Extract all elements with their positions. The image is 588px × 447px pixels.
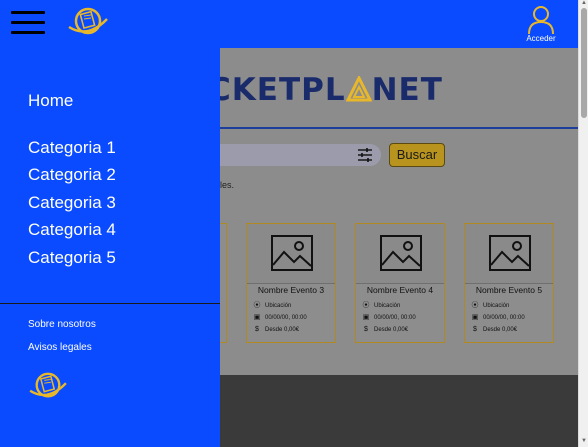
drawer-item-category-3[interactable]: Categoria 3 xyxy=(28,193,116,213)
location-pin-icon: ⦿ xyxy=(362,302,370,309)
hamburger-menu-icon[interactable] xyxy=(11,11,45,35)
drawer-link-legal[interactable]: Avisos legales xyxy=(28,342,92,353)
image-placeholder-icon xyxy=(380,235,422,271)
event-image xyxy=(247,224,335,284)
login-button[interactable]: Acceder xyxy=(519,4,563,44)
planet-ticket-logo-icon[interactable] xyxy=(28,370,68,402)
calendar-icon: ▣ xyxy=(362,314,370,321)
drawer-item-category-1[interactable]: Categoria 1 xyxy=(28,138,116,158)
location-pin-icon: ⦿ xyxy=(253,302,261,309)
event-datetime: ▣ 00/00/00, 00:00 xyxy=(362,314,416,321)
image-placeholder-icon xyxy=(489,235,531,271)
login-label: Acceder xyxy=(526,34,556,43)
search-button[interactable]: Buscar xyxy=(389,143,445,167)
vertical-scrollbar[interactable]: ▲ ▼ xyxy=(578,0,588,447)
dollar-icon: $ xyxy=(473,326,477,333)
brand-title: CKETPL NET xyxy=(208,72,443,108)
filter-sliders-icon[interactable] xyxy=(357,147,373,163)
calendar-icon: ▣ xyxy=(253,314,261,321)
brand-title-part1: CKETPL xyxy=(208,72,346,108)
side-drawer: Home Categoria 1 Categoria 2 Categoria 3… xyxy=(0,48,220,447)
user-icon xyxy=(528,6,554,35)
drawer-divider xyxy=(0,303,220,304)
event-price: $ Desde 0,00€ xyxy=(471,326,517,333)
event-image xyxy=(356,224,444,284)
dollar-icon: $ xyxy=(364,326,368,333)
drawer-link-about[interactable]: Sobre nosotros xyxy=(28,319,96,330)
image-placeholder-icon xyxy=(271,235,313,271)
event-datetime: ▣ 00/00/00, 00:00 xyxy=(253,314,307,321)
scroll-up-arrow-icon[interactable]: ▲ xyxy=(580,0,588,7)
event-datetime: ▣ 00/00/00, 00:00 xyxy=(471,314,525,321)
section-divider xyxy=(220,127,578,129)
scrollbar-thumb[interactable] xyxy=(581,8,587,118)
calendar-icon: ▣ xyxy=(471,314,479,321)
scroll-down-arrow-icon[interactable]: ▼ xyxy=(580,438,588,445)
event-card[interactable]: Nombre Evento 5 ⦿ Ubicación ▣ 00/00/00, 00… xyxy=(464,223,554,343)
event-card[interactable]: Nombre Evento 4 ⦿ Ubicación ▣ 00/00/00, 00… xyxy=(355,223,445,343)
top-header: Acceder xyxy=(0,0,578,48)
event-title: Nombre Evento 5 xyxy=(475,285,543,295)
location-pin-icon: ⦿ xyxy=(471,302,479,309)
event-location: ⦿ Ubicación xyxy=(362,302,401,309)
drawer-item-category-5[interactable]: Categoria 5 xyxy=(28,248,116,268)
event-price: $ Desde 0,00€ xyxy=(362,326,408,333)
brand-title-part2: NET xyxy=(371,72,443,108)
event-image xyxy=(465,224,553,284)
search-hint: les. xyxy=(220,180,235,190)
drawer-item-category-4[interactable]: Categoria 4 xyxy=(28,220,116,240)
event-location: ⦿ Ubicación xyxy=(471,302,510,309)
event-title: Nombre Evento 3 xyxy=(257,285,325,295)
drawer-item-home[interactable]: Home xyxy=(28,91,73,111)
dollar-icon: $ xyxy=(255,326,259,333)
drawer-item-category-2[interactable]: Categoria 2 xyxy=(28,165,116,185)
planet-ticket-logo-icon[interactable] xyxy=(67,5,109,39)
event-title: Nombre Evento 4 xyxy=(366,285,434,295)
event-price: $ Desde 0,00€ xyxy=(253,326,299,333)
brand-triangle-a-icon xyxy=(345,76,372,102)
event-location: ⦿ Ubicación xyxy=(253,302,292,309)
event-card[interactable]: Nombre Evento 3 ⦿ Ubicación ▣ 00/00/00, 00… xyxy=(246,223,336,343)
